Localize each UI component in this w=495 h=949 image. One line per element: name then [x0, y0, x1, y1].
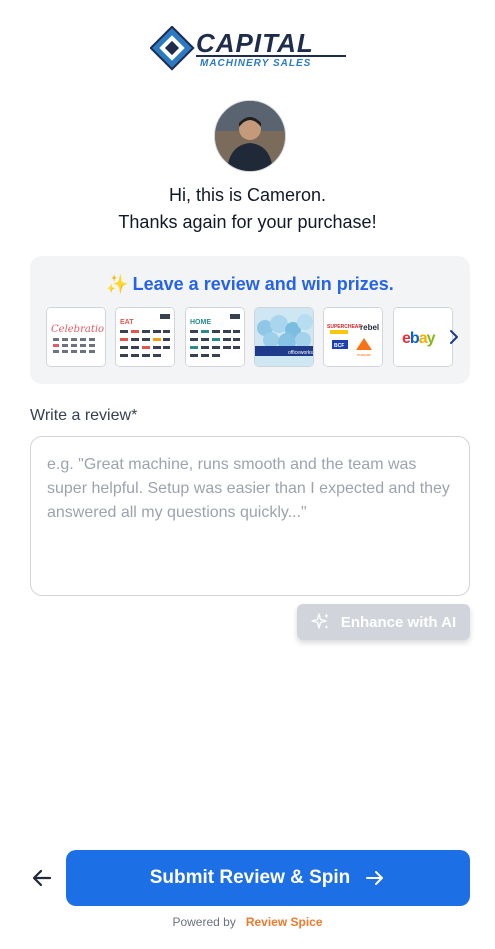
capital-machinery-sales-logo: CAPITAL MACHINERY SALES [149, 25, 350, 72]
prize-title-text: Leave a review and win prizes. [132, 274, 394, 294]
review-spice-link[interactable]: Review Spice [246, 915, 323, 929]
back-arrow-icon[interactable] [30, 866, 54, 890]
enhance-with-ai-button[interactable]: Enhance with AI [297, 604, 470, 640]
powered-by: Powered by Review Spice [0, 915, 495, 929]
prize-panel: ✨ Leave a review and win prizes. Celebrat… [30, 256, 470, 384]
prize-card-ebay[interactable]: ebay [393, 307, 453, 367]
svg-text:MACHINERY SALES: MACHINERY SALES [200, 58, 311, 69]
greeting-line-1: Hi, this is Cameron. [168, 185, 327, 205]
prize-card-carousel[interactable]: Celebration EAT HOME officeworks SUPERCH… [46, 307, 456, 367]
svg-text:HOME: HOME [190, 319, 211, 326]
review-textarea[interactable] [30, 436, 470, 596]
svg-text:BCF: BCF [334, 343, 344, 349]
avatar [214, 100, 286, 172]
svg-text:macpac: macpac [357, 352, 371, 357]
prize-card-supercheap-rebel[interactable]: SUPERCHEAP rebel BCF macpac [323, 307, 383, 367]
submit-label: Submit Review & Spin [149, 867, 351, 888]
submit-review-button[interactable]: Submit Review & Spin [66, 850, 470, 906]
prize-card-home[interactable]: HOME [185, 307, 245, 367]
svg-text:SUPERCHEAP: SUPERCHEAP [327, 324, 362, 330]
powered-by-text: Powered by [172, 915, 236, 929]
greeting-line-2: Thanks again for your purchase! [118, 212, 377, 232]
svg-text:CAPITAL: CAPITAL [196, 28, 314, 58]
arrow-right-icon [366, 871, 384, 885]
review-label: Write a review* [30, 407, 138, 424]
prize-card-eat[interactable]: EAT [115, 307, 175, 367]
svg-text:Celebration: Celebration [51, 324, 105, 335]
sparkles-icon: ✨ [106, 274, 129, 294]
prize-card-celebration[interactable]: Celebration [46, 307, 106, 367]
svg-text:EAT: EAT [120, 319, 134, 326]
prize-card-officeworks[interactable]: officeworks [254, 307, 314, 367]
chevron-right-icon[interactable] [446, 329, 462, 345]
sparkles-icon [311, 613, 329, 629]
svg-text:officeworks: officeworks [288, 350, 313, 356]
prize-title: ✨ Leave a review and win prizes. [30, 274, 470, 295]
svg-text:ebay: ebay [402, 330, 436, 347]
enhance-label: Enhance with AI [340, 613, 457, 631]
svg-text:rebel: rebel [360, 323, 379, 332]
